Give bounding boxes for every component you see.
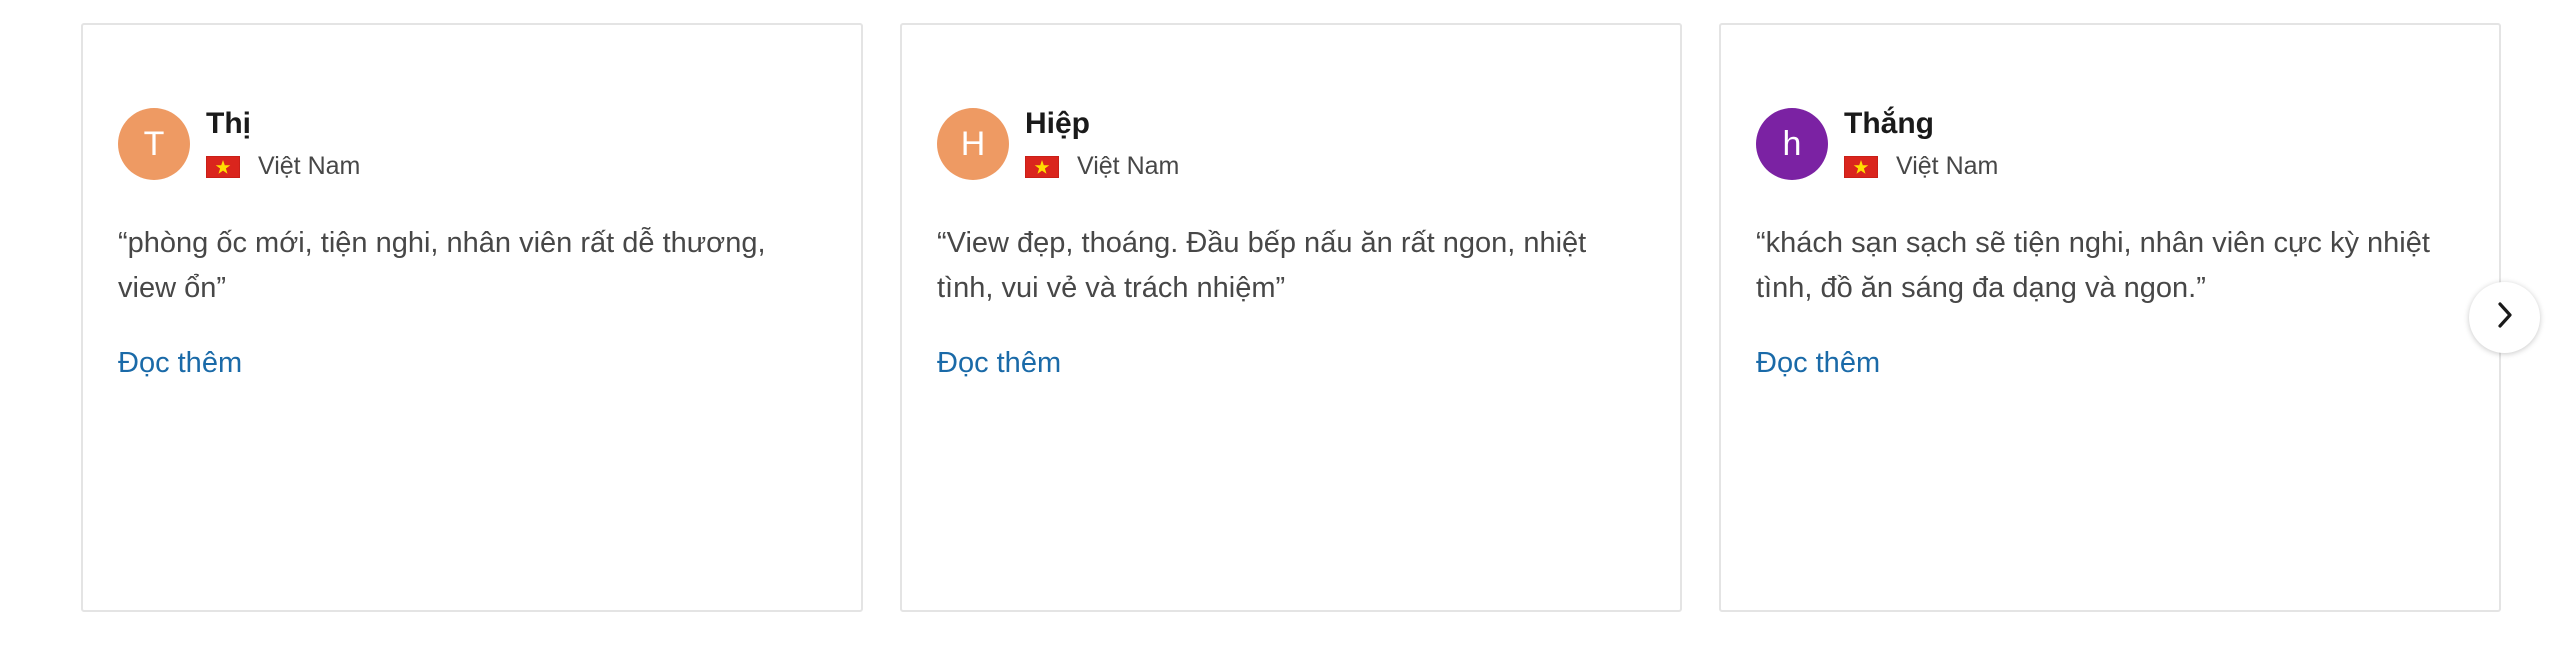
- review-card: T Thị Việt Nam “phòng ốc mới, tiện nghi,…: [81, 23, 863, 612]
- avatar: H: [937, 108, 1009, 180]
- reviewer: h Thắng Việt Nam: [1756, 84, 2466, 181]
- reviewer-name: Thắng: [1844, 107, 1934, 140]
- reviewer: T Thị Việt Nam: [118, 84, 828, 181]
- vietnam-flag-icon: [1025, 155, 1059, 178]
- review-text: “View đẹp, thoáng. Đầu bếp nấu ăn rất ng…: [937, 227, 1587, 304]
- review-text: “khách sạn sạch sẽ tiện nghi, nhân viên …: [1756, 227, 2430, 304]
- country-name: Việt Nam: [258, 152, 361, 180]
- chevron-right-icon: [2494, 300, 2516, 335]
- reviewer-info: Hiệp Việt Nam: [1025, 84, 1179, 181]
- avatar: T: [118, 108, 190, 180]
- reviewer-name: Hiệp: [1025, 107, 1091, 140]
- reviews-carousel: T Thị Việt Nam “phòng ốc mới, tiện nghi,…: [0, 0, 2560, 663]
- read-more-link[interactable]: Đọc thêm: [1756, 347, 1880, 380]
- review-card: h Thắng Việt Nam “khách sạn sạch sẽ tiện…: [1719, 23, 2501, 612]
- reviewer-info: Thị Việt Nam: [206, 84, 360, 181]
- vietnam-flag-icon: [1844, 155, 1878, 178]
- reviews-track: T Thị Việt Nam “phòng ốc mới, tiện nghi,…: [81, 23, 2501, 612]
- review-card: H Hiệp Việt Nam “View đẹp, thoáng. Đầu b…: [900, 23, 1682, 612]
- vietnam-flag-icon: [206, 155, 240, 178]
- country-row: Việt Nam: [1844, 152, 1998, 181]
- read-more-link[interactable]: Đọc thêm: [937, 347, 1061, 380]
- country-row: Việt Nam: [1025, 152, 1179, 181]
- reviewer-info: Thắng Việt Nam: [1844, 84, 1998, 181]
- read-more-link[interactable]: Đọc thêm: [118, 347, 242, 380]
- reviewer-name: Thị: [206, 107, 251, 140]
- review-text: “phòng ốc mới, tiện nghi, nhân viên rất …: [118, 227, 766, 304]
- reviewer: H Hiệp Việt Nam: [937, 84, 1647, 181]
- carousel-next-button[interactable]: [2469, 282, 2540, 353]
- country-name: Việt Nam: [1896, 152, 1999, 180]
- country-name: Việt Nam: [1077, 152, 1180, 180]
- avatar: h: [1756, 108, 1828, 180]
- country-row: Việt Nam: [206, 152, 360, 181]
